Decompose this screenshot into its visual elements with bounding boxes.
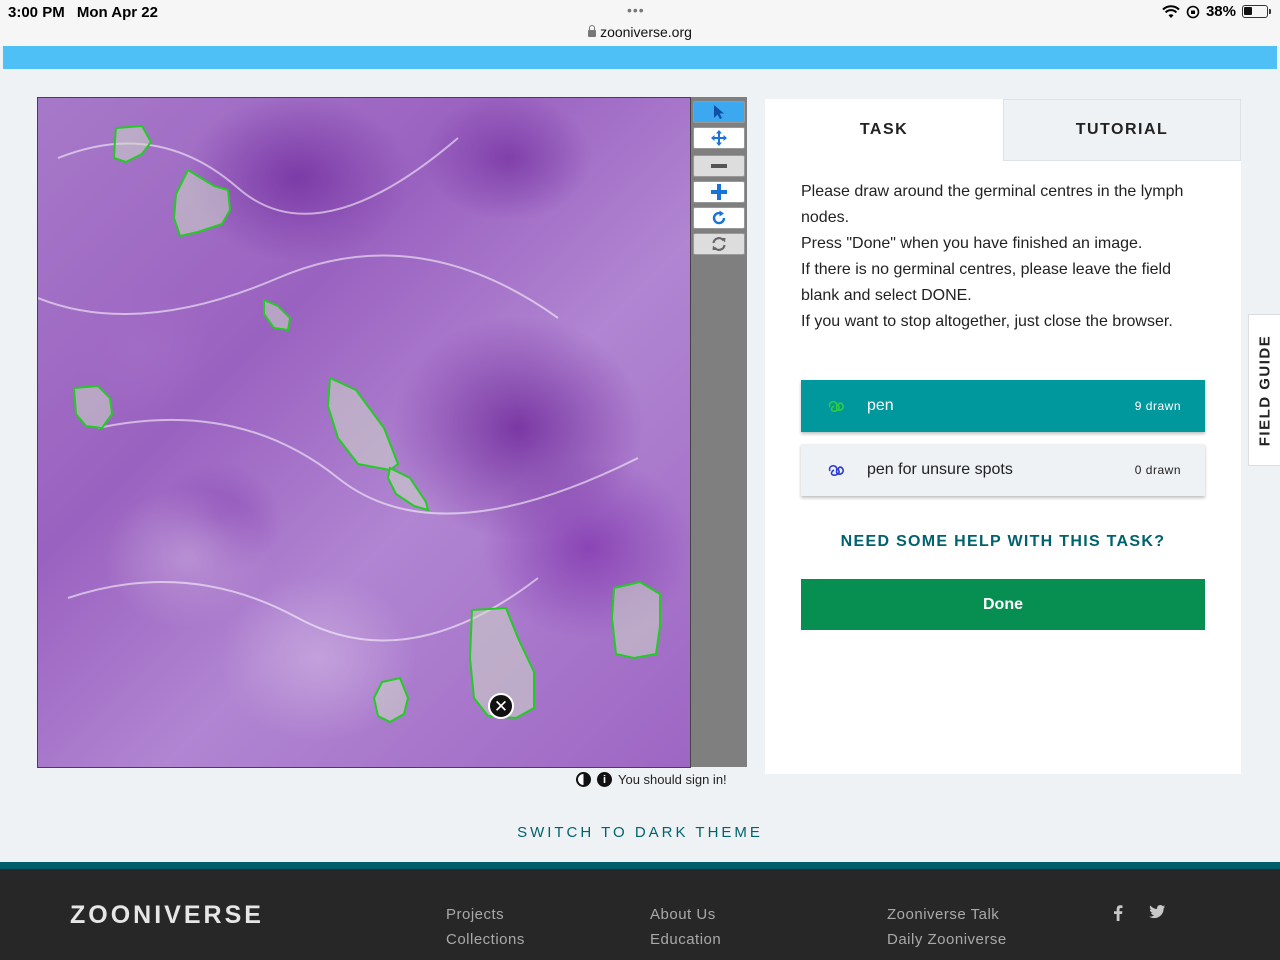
footer-divider bbox=[0, 862, 1280, 869]
footer-link-education[interactable]: Education bbox=[650, 931, 721, 948]
footer-link-talk[interactable]: Zooniverse Talk bbox=[887, 906, 999, 923]
tool-count: 0 drawn bbox=[1134, 463, 1181, 477]
status-time: 3:00 PM Mon Apr 22 bbox=[8, 4, 158, 21]
select-tool-button[interactable] bbox=[693, 101, 745, 123]
delete-shape-button[interactable]: ✕ bbox=[488, 693, 514, 719]
freehand-icon bbox=[828, 464, 845, 476]
wifi-icon bbox=[1162, 4, 1180, 18]
facebook-icon[interactable] bbox=[1113, 905, 1123, 925]
site-header-bar bbox=[3, 46, 1277, 69]
move-tool-button[interactable] bbox=[693, 127, 745, 149]
drawn-shape bbox=[112, 124, 153, 164]
zoom-in-button[interactable] bbox=[693, 181, 745, 203]
drawn-shape bbox=[386, 466, 430, 512]
reset-icon bbox=[712, 237, 726, 251]
instruction-line: Please draw around the germinal centres … bbox=[801, 183, 1184, 226]
battery-icon bbox=[1242, 5, 1271, 18]
rotate-icon bbox=[712, 210, 726, 225]
address-bar[interactable]: zooniverse.org bbox=[0, 24, 1280, 40]
cursor-icon bbox=[714, 105, 724, 119]
tab-tutorial[interactable]: TUTORIAL bbox=[1003, 99, 1241, 161]
zooniverse-logo[interactable]: ZOONIVERSE bbox=[70, 901, 264, 930]
footer-link-about[interactable]: About Us bbox=[650, 906, 716, 923]
pen-tool-option[interactable]: pen 9 drawn bbox=[801, 380, 1205, 432]
orientation-lock-icon bbox=[1186, 5, 1200, 18]
tab-task[interactable]: TASK bbox=[765, 99, 1003, 161]
task-help-link[interactable]: NEED SOME HELP WITH THIS TASK? bbox=[765, 533, 1241, 551]
footer-link-collections[interactable]: Collections bbox=[446, 931, 525, 948]
unsure-pen-tool-option[interactable]: pen for unsure spots 0 drawn bbox=[801, 444, 1205, 496]
zoom-in-icon bbox=[711, 184, 727, 200]
drawn-outlines bbox=[38, 124, 661, 724]
footer-link-daily[interactable]: Daily Zooniverse bbox=[887, 931, 1007, 948]
zoom-out-button[interactable] bbox=[693, 155, 745, 177]
subject-image[interactable]: ✕ bbox=[37, 97, 691, 768]
image-meta-row: i You should sign in! bbox=[576, 772, 727, 787]
drawn-shape bbox=[263, 298, 292, 332]
drawn-shape bbox=[326, 376, 400, 472]
lock-icon bbox=[588, 25, 597, 37]
sign-in-message[interactable]: You should sign in! bbox=[618, 772, 727, 787]
field-guide-tab[interactable]: FIELD GUIDE bbox=[1248, 314, 1280, 466]
tool-label: pen for unsure spots bbox=[867, 461, 1013, 478]
drawn-shape bbox=[72, 384, 114, 430]
instruction-line: Press "Done" when you have finished an i… bbox=[801, 235, 1143, 252]
freehand-icon bbox=[828, 400, 845, 412]
instruction-line: If there is no germinal centres, please … bbox=[801, 261, 1171, 304]
footer-link-projects[interactable]: Projects bbox=[446, 906, 504, 923]
url-text: zooniverse.org bbox=[600, 24, 692, 40]
viewer-toolbar bbox=[691, 97, 747, 767]
dark-theme-toggle[interactable]: SWITCH TO DARK THEME bbox=[0, 824, 1280, 841]
time-text: 3:00 PM bbox=[8, 4, 65, 21]
status-indicators: 38% bbox=[1162, 3, 1271, 20]
contrast-icon[interactable] bbox=[576, 772, 591, 787]
task-panel: TASK TUTORIAL Please draw around the ger… bbox=[765, 99, 1241, 774]
tool-count: 9 drawn bbox=[1134, 399, 1181, 413]
tool-label: pen bbox=[867, 397, 894, 414]
multitask-dots[interactable]: ••• bbox=[627, 2, 645, 18]
task-instructions: Please draw around the germinal centres … bbox=[801, 179, 1211, 335]
task-tabs: TASK TUTORIAL bbox=[765, 99, 1241, 161]
drawn-shape bbox=[610, 580, 661, 660]
twitter-icon[interactable] bbox=[1149, 905, 1166, 923]
instruction-line: If you want to stop altogether, just clo… bbox=[801, 313, 1173, 330]
zoom-out-icon bbox=[711, 164, 727, 168]
drawn-shape bbox=[372, 676, 410, 724]
status-bar: 3:00 PM Mon Apr 22 ••• zooniverse.org 38… bbox=[0, 0, 1280, 46]
battery-percent: 38% bbox=[1205, 3, 1236, 20]
move-icon bbox=[711, 130, 727, 146]
drawn-shape bbox=[172, 168, 232, 238]
info-icon[interactable]: i bbox=[597, 772, 612, 787]
date-text: Mon Apr 22 bbox=[76, 4, 158, 21]
rotate-button[interactable] bbox=[693, 207, 745, 229]
done-button[interactable]: Done bbox=[801, 579, 1205, 630]
site-footer: ZOONIVERSE Projects Collections About Us… bbox=[0, 869, 1280, 960]
field-guide-label: FIELD GUIDE bbox=[1256, 334, 1274, 446]
reset-view-button[interactable] bbox=[693, 233, 745, 255]
